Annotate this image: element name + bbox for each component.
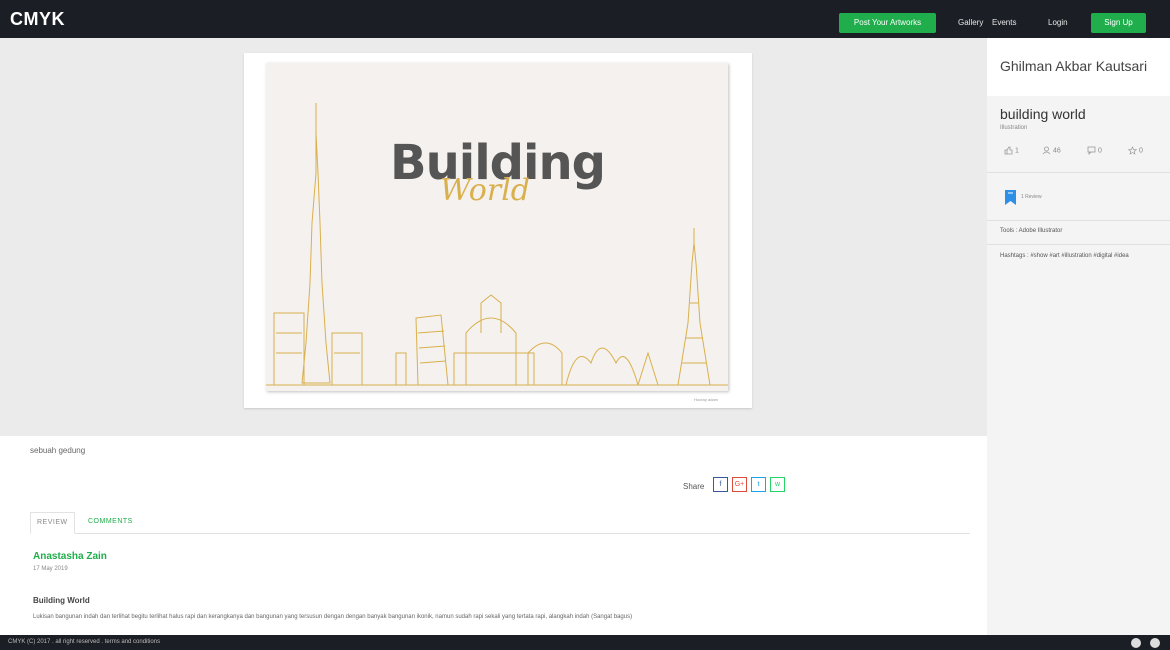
share-twitter-button[interactable]: t: [751, 477, 766, 492]
share-whatsapp-button[interactable]: w: [770, 477, 785, 492]
sidebar-divider: [987, 172, 1170, 173]
facebook-icon: f: [719, 481, 722, 488]
instagram-icon[interactable]: [1150, 638, 1160, 648]
share-facebook-button[interactable]: f: [713, 477, 728, 492]
like-icon: [1004, 146, 1013, 155]
views-stat: 46: [1042, 146, 1061, 160]
site-logo[interactable]: CMYK: [10, 9, 65, 30]
artwork-credit: Hooray adam: [694, 397, 719, 402]
artwork-tools: Tools : Adobe Illustrator: [1000, 228, 1063, 234]
artwork-sidebar: Ghilman Akbar Kautsari building world Il…: [987, 38, 1170, 635]
google-plus-icon: G+: [734, 481, 745, 488]
sidebar-divider: [987, 244, 1170, 245]
review-tabs: Review Comments: [30, 512, 970, 534]
tab-comments[interactable]: Comments: [82, 512, 139, 534]
nav-link-gallery[interactable]: Gallery: [958, 13, 983, 33]
comments-count: 0: [1097, 147, 1102, 155]
review-title: Building World: [33, 596, 90, 605]
top-navbar: CMYK Post Your Artworks Gallery Events L…: [0, 0, 1170, 38]
views-count: 46: [1052, 147, 1061, 155]
review-count: 1 Review: [1021, 194, 1042, 200]
artwork-preview-area: Building World Hooray adam: [0, 38, 987, 436]
artwork-image: Building World: [266, 63, 728, 391]
post-artworks-button[interactable]: Post Your Artworks: [839, 13, 936, 33]
artwork-category: Illustration: [1000, 125, 1028, 131]
views-icon: [1042, 146, 1051, 155]
artwork-name: building world: [1000, 106, 1086, 122]
share-google-button[interactable]: G+: [732, 477, 747, 492]
facebook-icon[interactable]: [1131, 638, 1141, 648]
whatsapp-icon: w: [774, 481, 781, 488]
likes-count: 1: [1014, 147, 1019, 155]
artist-box: Ghilman Akbar Kautsari: [987, 38, 1170, 96]
tab-review[interactable]: Review: [30, 512, 75, 534]
rating-stat: 0: [1127, 146, 1143, 160]
likes-stat[interactable]: 1: [1004, 146, 1019, 160]
artwork-hashtags: Hashtags : #show #art #illustration #dig…: [1000, 253, 1129, 259]
share-label: Share: [683, 482, 705, 491]
twitter-icon: t: [757, 481, 760, 488]
nav-link-login[interactable]: Login: [1048, 13, 1068, 33]
footer-copyright: CMYK (C) 2017 . all right reserved . ter…: [8, 639, 161, 645]
review-body: Lukisan bangunan indah dan terlihat begi…: [33, 614, 633, 620]
rating-count: 0: [1138, 147, 1143, 155]
review-date: 17 May 2019: [33, 566, 68, 572]
comment-icon: [1087, 146, 1096, 155]
review-author[interactable]: Anastasha Zain: [33, 551, 107, 562]
artwork-description: sebuah gedung: [30, 446, 86, 455]
star-icon: [1127, 146, 1138, 155]
footer: CMYK (C) 2017 . all right reserved . ter…: [0, 635, 1170, 650]
signup-button[interactable]: Sign Up: [1091, 13, 1146, 33]
sidebar-divider: [987, 220, 1170, 221]
comments-stat: 0: [1087, 146, 1102, 160]
nav-link-events[interactable]: Events: [992, 13, 1016, 33]
artist-name[interactable]: Ghilman Akbar Kautsari: [1000, 58, 1147, 74]
skyline-illustration: [266, 103, 728, 386]
artwork-frame[interactable]: Building World Hooray adam: [244, 53, 752, 408]
review-bookmark-icon[interactable]: [1005, 190, 1016, 210]
